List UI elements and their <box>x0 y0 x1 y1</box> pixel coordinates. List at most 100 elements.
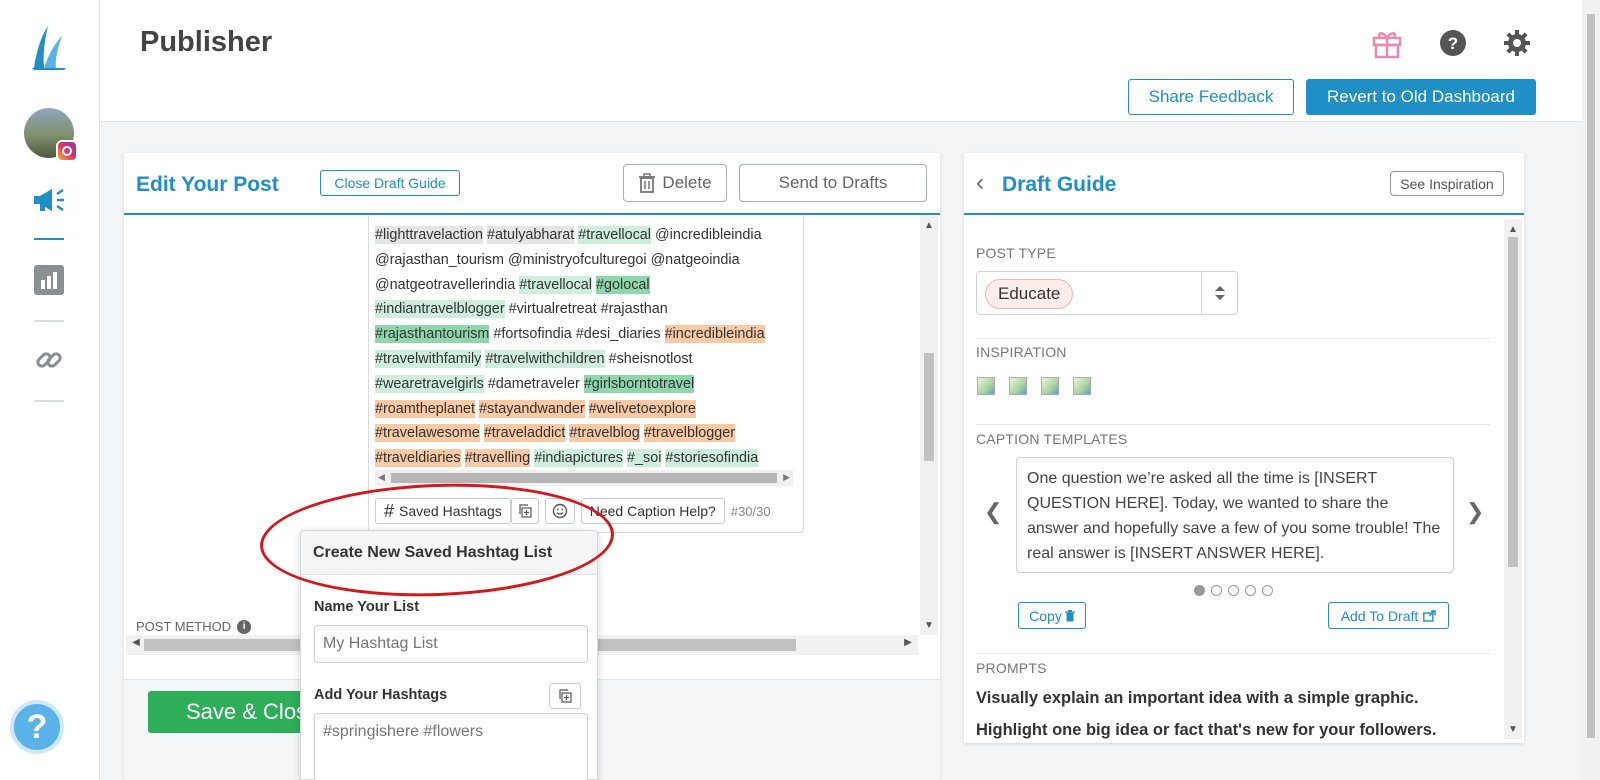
mention-tag: @rajasthan_tourism <box>375 251 504 268</box>
caption-line: #rajasthantourism #fortsofindia #desi_di… <box>375 322 785 347</box>
app-logo-icon[interactable] <box>28 24 68 70</box>
inspiration-image-2[interactable] <box>1009 377 1027 395</box>
caption-line: @rajasthan_tourism @ministryofculturegoi… <box>375 248 785 273</box>
need-caption-help-button[interactable]: Need Caption Help? <box>580 498 725 524</box>
paste-hashtags-button[interactable] <box>549 683 581 709</box>
caption-line: #travelawesome #traveladdict #travelblog… <box>375 421 785 446</box>
copy-hashtags-button[interactable] <box>510 498 539 524</box>
scroll-up-arrow-icon[interactable]: ▲ <box>920 217 938 233</box>
post-method-text: POST METHOD <box>136 619 232 634</box>
hashtag: #sheisnotlost <box>608 350 693 367</box>
scroll-right-arrow-icon[interactable]: ▶ <box>900 637 916 648</box>
link-icon[interactable] <box>31 342 67 378</box>
caption-editor[interactable]: #lighttravelaction #atulyabharat #travel… <box>368 215 804 533</box>
popup-title: Create New Saved Hashtag List <box>313 544 553 561</box>
trash-icon <box>639 173 656 193</box>
caption-templates-label: CAPTION TEMPLATES <box>976 431 1128 447</box>
inspiration-image-3[interactable] <box>1041 377 1059 395</box>
scroll-up-arrow-icon[interactable]: ▲ <box>1504 221 1522 237</box>
hashtag: #travelblog <box>569 424 640 443</box>
copy-label: Copy <box>1029 607 1062 624</box>
list-name-input[interactable] <box>314 625 588 663</box>
scroll-down-arrow-icon[interactable]: ▼ <box>920 617 938 633</box>
gift-icon[interactable] <box>1370 26 1404 60</box>
scroll-left-arrow-icon[interactable]: ◀ <box>378 472 385 483</box>
carousel-prev-icon[interactable]: ❮ <box>984 499 1002 525</box>
prompt-item: Visually explain an important idea with … <box>976 689 1419 707</box>
caption-line: @natgeotravellerindia #travellocal #golo… <box>375 273 785 298</box>
add-hashtags-label: Add Your Hashtags <box>314 687 448 703</box>
help-chat-button[interactable]: ? <box>10 700 64 754</box>
scroll-right-arrow-icon[interactable]: ▶ <box>783 472 790 483</box>
edit-panel-vertical-scrollbar[interactable]: ▲ ▼ <box>920 215 938 635</box>
hashtag: #virtualretreat <box>508 301 597 318</box>
edit-post-title: Edit Your Post <box>136 173 279 196</box>
hashtags-textarea[interactable] <box>314 713 588 780</box>
carousel-dot[interactable] <box>1194 585 1205 596</box>
share-feedback-button[interactable]: Share Feedback <box>1128 79 1294 115</box>
caption-horizontal-scrollbar[interactable]: ◀ ▶ <box>375 470 793 486</box>
caption-line: #lighttravelaction #atulyabharat #travel… <box>375 223 785 248</box>
hashtag: #girlsborntotravel <box>583 374 695 393</box>
delete-button[interactable]: Delete <box>623 164 727 202</box>
scroll-left-arrow-icon[interactable]: ◀ <box>128 637 144 648</box>
hashtag: #traveladdict <box>483 424 566 443</box>
carousel-dot[interactable] <box>1262 585 1273 596</box>
carousel-dot[interactable] <box>1228 585 1239 596</box>
hashtag: #wearetravelgirls <box>375 374 484 393</box>
create-hashtag-list-popup: Create New Saved Hashtag List Name Your … <box>300 530 598 780</box>
page-title: Publisher <box>140 26 273 58</box>
settings-gear-icon[interactable] <box>1500 26 1534 60</box>
draft-guide-title: Draft Guide <box>1002 173 1117 196</box>
info-icon[interactable]: i <box>237 619 252 634</box>
hashtag-icon: # <box>384 500 395 521</box>
carousel-dot[interactable] <box>1245 585 1256 596</box>
mention-tag: @natgeotravellerindia <box>375 276 516 293</box>
inspiration-image-4[interactable] <box>1073 377 1091 395</box>
share-external-icon <box>1423 609 1436 622</box>
instagram-account-avatar[interactable] <box>24 108 78 162</box>
prompt-item: Highlight one big idea or fact that's ne… <box>976 721 1437 739</box>
emoji-button[interactable] <box>544 498 575 524</box>
chevron-left-icon[interactable]: ‹ <box>976 169 984 197</box>
caption-line: #roamtheplanet #stayandwander #welivetoe… <box>375 397 785 422</box>
help-question-icon[interactable]: ? <box>1436 26 1470 60</box>
close-draft-guide-button[interactable]: Close Draft Guide <box>320 170 460 196</box>
draft-guide-scroll-thumb[interactable] <box>1508 237 1518 567</box>
add-to-draft-button[interactable]: Add To Draft <box>1328 602 1449 629</box>
caption-text[interactable]: #lighttravelaction #atulyabharat #travel… <box>375 223 785 471</box>
inspiration-image-1[interactable] <box>977 377 995 395</box>
hashtag: #travelwithfamily <box>375 349 482 368</box>
hashtag: #stayandwander <box>479 399 585 418</box>
hashtag: #_soi <box>627 449 662 468</box>
draft-guide-panel: ‹ Draft Guide See Inspiration POST TYPE … <box>964 153 1524 743</box>
page-scroll-thumb[interactable] <box>1587 14 1595 738</box>
post-type-select[interactable]: Educate <box>976 271 1238 315</box>
see-inspiration-button[interactable]: See Inspiration <box>1390 171 1504 196</box>
saved-hashtags-label: Saved Hashtags <box>399 503 502 519</box>
hashtag: #travelwithchildren <box>485 349 605 368</box>
hashtag: #travelblogger <box>643 424 736 443</box>
select-up-down-icon <box>1201 272 1237 314</box>
edit-panel-scroll-thumb[interactable] <box>924 353 934 461</box>
carousel-dot[interactable] <box>1211 585 1222 596</box>
analytics-chart-icon[interactable] <box>31 262 67 298</box>
saved-hashtags-button[interactable]: # Saved Hashtags <box>375 498 511 524</box>
send-to-drafts-button[interactable]: Send to Drafts <box>739 164 927 202</box>
copy-template-button[interactable]: Copy <box>1018 602 1086 629</box>
revert-old-dashboard-button[interactable]: Revert to Old Dashboard <box>1306 79 1536 115</box>
edit-post-header: Edit Your Post Close Draft Guide Delete … <box>124 153 940 215</box>
megaphone-icon[interactable] <box>31 182 67 218</box>
caption-scroll-thumb[interactable] <box>391 473 777 483</box>
nav-active-indicator <box>34 238 64 240</box>
scroll-down-arrow-icon[interactable]: ▼ <box>1504 721 1522 737</box>
hashtag: #travellocal <box>578 226 652 244</box>
left-nav: ? <box>0 0 100 780</box>
draft-guide-vertical-scrollbar[interactable]: ▲ ▼ <box>1504 219 1522 739</box>
mention-tag: @ministryofculturegoi <box>508 251 647 268</box>
svg-text:?: ? <box>1448 34 1458 53</box>
hashtag: #incredibleindia <box>664 325 765 344</box>
mention-tag: @incredibleindia <box>655 227 762 243</box>
page-vertical-scrollbar[interactable] <box>1582 0 1600 780</box>
carousel-next-icon[interactable]: ❯ <box>1466 499 1484 525</box>
